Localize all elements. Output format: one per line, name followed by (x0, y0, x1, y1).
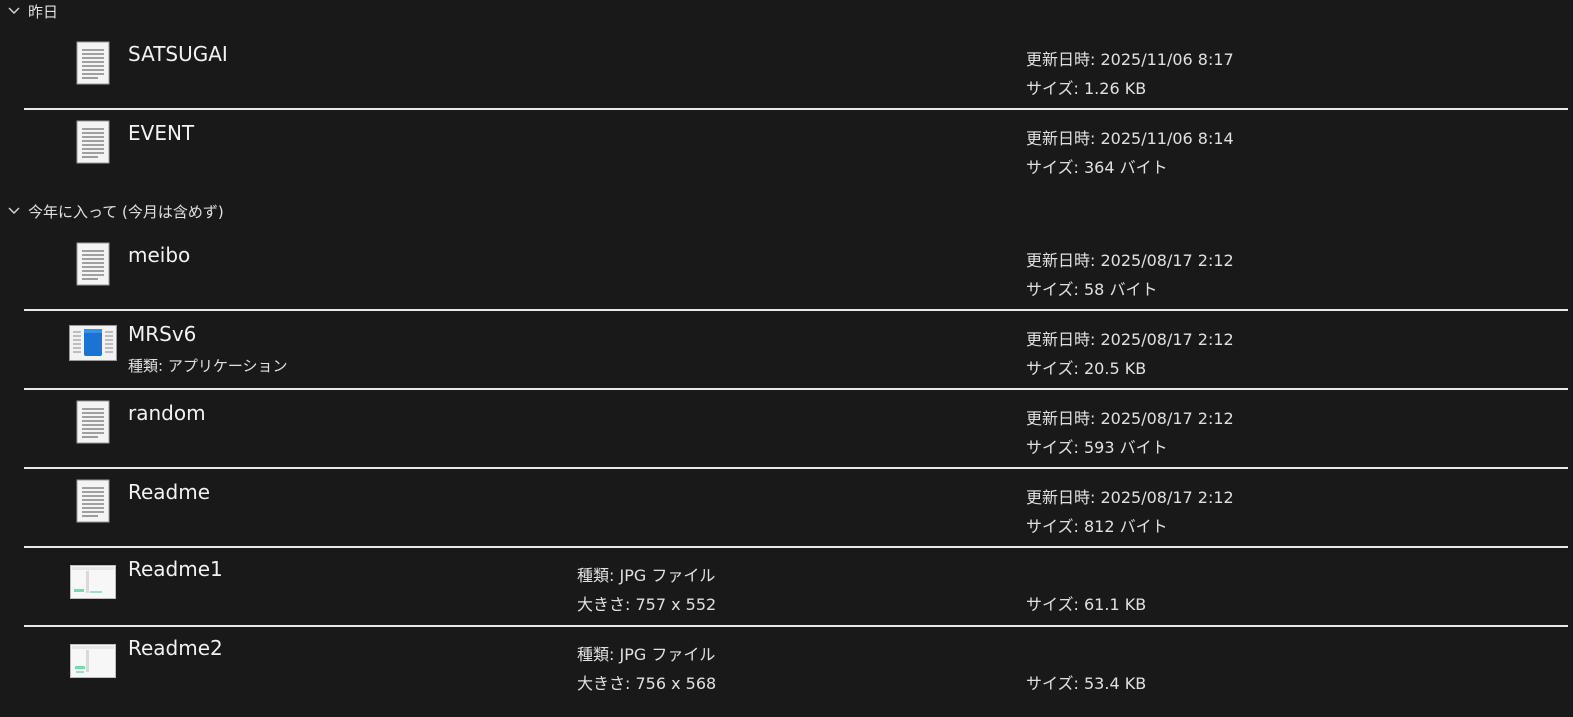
chevron-down-icon[interactable] (0, 7, 28, 15)
file-size: サイズ: 61.1 KB (1026, 595, 1147, 614)
file-name: EVENT (128, 121, 195, 145)
row-separator (24, 546, 1568, 548)
file-name: meibo (128, 243, 191, 267)
group-label: 昨日 (28, 2, 59, 21)
file-type: 種類: JPG ファイル (577, 566, 716, 585)
file-row-meibo[interactable]: meibo 更新日時: 2025/08/17 2:12 サイズ: 58 バイト (0, 233, 1573, 311)
modified-date: 更新日時: 2025/11/06 8:14 (1026, 129, 1234, 148)
row-separator (24, 467, 1568, 469)
file-row-random[interactable]: random 更新日時: 2025/08/17 2:12 サイズ: 593 バイ… (0, 391, 1573, 469)
image-thumbnail-icon (68, 559, 118, 605)
modified-date: 更新日時: 2025/08/17 2:12 (1026, 330, 1234, 349)
file-row-readme2[interactable]: Readme2 種類: JPG ファイル 大きさ: 756 x 568 サイズ:… (0, 628, 1573, 706)
file-row-satsugai[interactable]: SATSUGAI 更新日時: 2025/11/06 8:17 サイズ: 1.26… (0, 32, 1573, 110)
file-type: 種類: JPG ファイル (577, 645, 716, 664)
image-thumbnail-icon (68, 638, 118, 684)
file-row-mrsv6[interactable]: MRSv6 種類: アプリケーション 更新日時: 2025/08/17 2:12… (0, 312, 1573, 390)
file-size: サイズ: 20.5 KB (1026, 359, 1147, 378)
file-size: サイズ: 812 バイト (1026, 517, 1168, 536)
file-size: サイズ: 58 バイト (1026, 280, 1158, 299)
group-label: 今年に入って (今月は含めず) (28, 202, 224, 221)
text-file-icon (68, 399, 118, 445)
file-name: Readme (128, 480, 211, 504)
file-kind: 種類: アプリケーション (128, 357, 288, 375)
modified-date: 更新日時: 2025/08/17 2:12 (1026, 251, 1234, 270)
row-separator (24, 108, 1568, 110)
file-name: random (128, 401, 206, 425)
image-dimensions: 大きさ: 756 x 568 (577, 674, 717, 693)
modified-date: 更新日時: 2025/08/17 2:12 (1026, 488, 1234, 507)
modified-date: 更新日時: 2025/08/17 2:12 (1026, 409, 1234, 428)
modified-date: 更新日時: 2025/11/06 8:17 (1026, 50, 1234, 69)
row-separator (24, 388, 1568, 390)
file-size: サイズ: 53.4 KB (1026, 674, 1147, 693)
row-separator (24, 625, 1568, 627)
text-file-icon (68, 478, 118, 524)
file-name: SATSUGAI (128, 42, 228, 66)
file-row-readme1[interactable]: Readme1 種類: JPG ファイル 大きさ: 757 x 552 サイズ:… (0, 549, 1573, 627)
text-file-icon (68, 40, 118, 86)
chevron-down-icon[interactable] (0, 207, 28, 215)
file-size: サイズ: 364 バイト (1026, 158, 1168, 177)
group-header-this-year[interactable]: 今年に入って (今月は含めず) (0, 200, 224, 222)
file-size: サイズ: 593 バイト (1026, 438, 1168, 457)
file-name: Readme1 (128, 557, 223, 581)
file-row-readme[interactable]: Readme 更新日時: 2025/08/17 2:12 サイズ: 812 バイ… (0, 470, 1573, 548)
group-header-yesterday[interactable]: 昨日 (0, 0, 58, 22)
file-row-event[interactable]: EVENT 更新日時: 2025/11/06 8:14 サイズ: 364 バイト (0, 111, 1573, 189)
text-file-icon (68, 241, 118, 287)
file-name: MRSv6 (128, 322, 197, 346)
image-dimensions: 大きさ: 757 x 552 (577, 595, 717, 614)
file-size: サイズ: 1.26 KB (1026, 79, 1147, 98)
row-separator (24, 309, 1568, 311)
text-file-icon (68, 119, 118, 165)
application-icon (68, 320, 118, 366)
file-name: Readme2 (128, 636, 223, 660)
